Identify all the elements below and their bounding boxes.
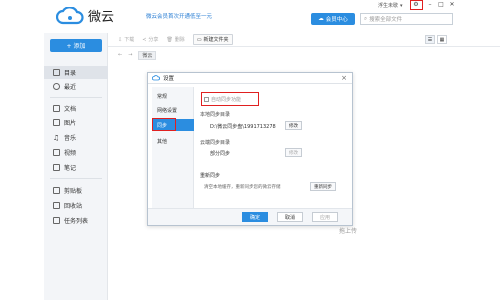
forward-arrow-icon[interactable]: →: [128, 52, 132, 58]
vip-center-button[interactable]: ☁ 会员中心: [311, 13, 355, 25]
cloud-dir-label: 云端同步目录: [200, 140, 231, 146]
sidebar-item-label: 任务列表: [64, 218, 89, 225]
auto-sync-highlight-box: [201, 92, 259, 106]
share-label: 分享: [148, 37, 159, 43]
cloud-logo-icon: [56, 6, 84, 24]
sidebar-item-label: 文档: [64, 106, 77, 113]
sidebar-item-images[interactable]: 图片: [44, 116, 108, 129]
sidebar: + 添加 目录 最近 文档 图片 ♫ 音乐 视频 笔记 剪贴板 回收站 任务列表: [44, 33, 108, 300]
sync-settings-panel: 自动同步功能 本地同步目录 D:\微云同步盘\1991713278 修改 云端同…: [200, 87, 350, 207]
list-view-icon[interactable]: ☰: [425, 35, 435, 44]
ok-button[interactable]: 确定: [242, 212, 268, 222]
sidebar-item-clipboard[interactable]: 剪贴板: [44, 184, 108, 197]
dialog-title: 设置: [163, 76, 175, 82]
sidebar-item-documents[interactable]: 文档: [44, 102, 108, 115]
close-icon[interactable]: ✕: [447, 0, 457, 9]
local-dir-label: 本地同步目录: [200, 112, 231, 118]
task-list-icon: [53, 217, 60, 224]
recycle-icon: [53, 202, 60, 209]
sync-tab-highlight-box: [152, 118, 176, 131]
cloud-dir-value: 部分同步: [210, 151, 231, 157]
dialog-tabs: 常规 网络设置 同步 其他: [152, 87, 194, 210]
sidebar-item-label: 笔记: [64, 165, 77, 172]
add-button[interactable]: + 添加: [50, 39, 102, 52]
delete-label: 删除: [174, 37, 185, 43]
image-icon: [53, 119, 60, 126]
tab-general[interactable]: 常规: [152, 90, 194, 102]
gear-highlight-box: [410, 0, 423, 10]
resync-description: 清空本地缓存，重新同步您的微云存储: [204, 185, 281, 190]
note-icon: [53, 164, 60, 171]
search-icon: ⌕: [364, 15, 368, 22]
sidebar-item-video[interactable]: 视频: [44, 146, 108, 159]
cloud-logo-icon: [152, 75, 160, 81]
dialog-title-bar: 设置: [148, 73, 352, 84]
grid-view-icon[interactable]: ▦: [437, 35, 447, 44]
download-button[interactable]: ⇩ 下载: [118, 36, 135, 44]
document-icon: [53, 105, 60, 112]
sidebar-item-label: 目录: [64, 70, 77, 77]
sidebar-item-label: 视频: [64, 150, 77, 157]
share-icon: ≺: [142, 36, 147, 43]
modify-cloud-dir-button[interactable]: 修改: [285, 148, 302, 157]
resync-title: 重新同步: [200, 173, 221, 179]
cancel-button[interactable]: 取消: [277, 212, 303, 222]
sidebar-item-directory[interactable]: 目录: [44, 66, 108, 79]
vip-center-label: 会员中心: [325, 17, 348, 23]
back-arrow-icon[interactable]: ←: [118, 52, 122, 58]
sidebar-item-label: 图片: [64, 120, 77, 127]
chevron-down-icon: ▾: [400, 2, 403, 9]
maximize-icon[interactable]: □: [436, 0, 446, 9]
tab-other[interactable]: 其他: [152, 135, 194, 147]
sidebar-item-recycle-bin[interactable]: 回收站: [44, 199, 108, 212]
title-bar: 微云 微云会员首次开通低至一元 ☁ 会员中心 ⌕ 搜索全部文件 浮生未歇 ▾ ⚙…: [0, 0, 500, 33]
delete-button[interactable]: 🗑 删除: [166, 36, 185, 44]
dialog-footer: 确定 取消 应用: [148, 208, 352, 225]
sidebar-item-recent[interactable]: 最近: [44, 80, 108, 93]
sidebar-item-notes[interactable]: 笔记: [44, 161, 108, 174]
app-logo: 微云: [56, 6, 114, 25]
local-dir-value: D:\微云同步盘\1991713278: [210, 124, 276, 130]
sidebar-item-music[interactable]: ♫ 音乐: [44, 131, 108, 144]
search-input[interactable]: ⌕ 搜索全部文件: [360, 13, 453, 25]
folder-plus-icon: ▭: [196, 36, 202, 43]
clipboard-icon: [53, 187, 60, 194]
app-name: 微云: [88, 10, 115, 25]
user-menu[interactable]: 浮生未歇 ▾: [378, 2, 403, 10]
sidebar-item-task-list[interactable]: 任务列表: [44, 214, 108, 227]
video-icon: [53, 149, 60, 156]
promo-link[interactable]: 微云会员首次开通低至一元: [146, 12, 212, 20]
music-icon: ♫: [53, 133, 60, 142]
divider: [50, 97, 102, 98]
clock-icon: [53, 83, 60, 90]
minimize-icon[interactable]: –: [425, 0, 435, 9]
modify-local-dir-button[interactable]: 修改: [285, 121, 302, 130]
download-label: 下载: [124, 37, 135, 43]
tab-network[interactable]: 网络设置: [152, 104, 194, 116]
sidebar-item-label: 最近: [64, 84, 77, 91]
user-name: 浮生未歇: [378, 3, 399, 9]
resync-button[interactable]: 重新同步: [310, 182, 336, 191]
trash-icon: 🗑: [166, 36, 173, 43]
new-folder-button[interactable]: ▭ 新建文件夹: [192, 34, 233, 45]
search-placeholder: 搜索全部文件: [369, 17, 403, 23]
new-folder-label: 新建文件夹: [203, 37, 229, 43]
share-button[interactable]: ≺ 分享: [142, 36, 159, 44]
sidebar-item-label: 剪贴板: [64, 188, 83, 195]
settings-dialog: 设置 × 常规 网络设置 同步 其他 自动同步功能 本地同步目录 D:\微云同步…: [147, 72, 353, 226]
breadcrumb: ← → 微云: [108, 49, 500, 61]
apply-button[interactable]: 应用: [312, 212, 338, 222]
folder-icon: [53, 69, 60, 76]
download-icon: ⇩: [118, 36, 123, 43]
drag-upload-hint: 拖上传: [339, 228, 358, 235]
divider: [50, 178, 102, 179]
sidebar-item-label: 音乐: [64, 135, 77, 142]
dialog-close-icon[interactable]: ×: [341, 74, 347, 82]
breadcrumb-item[interactable]: 微云: [138, 50, 157, 60]
sidebar-item-label: 回收站: [64, 203, 83, 210]
vip-cloud-icon: ☁: [318, 16, 324, 22]
